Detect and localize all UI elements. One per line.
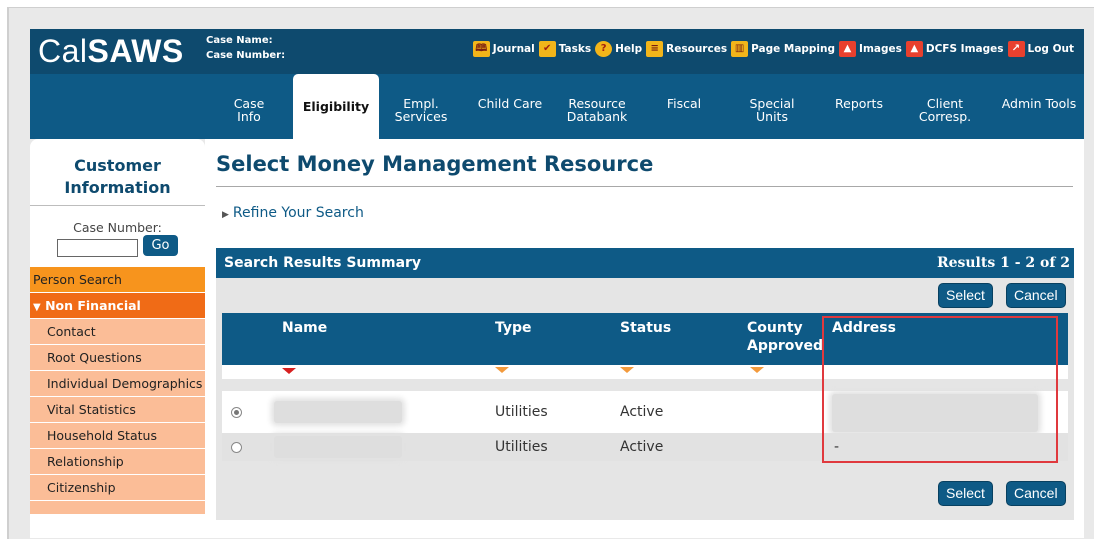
tab-case-info[interactable]: Case Info xyxy=(220,97,278,123)
cancel-button-top[interactable]: Cancel xyxy=(1006,283,1066,308)
row-select-radio[interactable] xyxy=(231,442,242,453)
top-bar: CalSAWS Case Name: Case Number: 🕮 Journa… xyxy=(30,29,1084,74)
tab-fiscal[interactable]: Fiscal xyxy=(660,97,708,110)
sidebar-divider xyxy=(30,205,205,206)
tab-special-units[interactable]: Special Units xyxy=(742,97,802,123)
column-header-type[interactable]: Type xyxy=(495,319,532,337)
address-highlight-box xyxy=(822,316,1058,463)
caret-down-icon: ▼ xyxy=(33,302,41,313)
image-icon: ▲ xyxy=(839,41,857,57)
help-icon: ? xyxy=(595,41,613,57)
sidebar-menu: Person Search ▼ Non Financial Contact Ro… xyxy=(30,267,205,515)
caret-right-icon: ▶ xyxy=(222,210,229,220)
cancel-button-bottom[interactable]: Cancel xyxy=(1006,481,1066,506)
help-link[interactable]: ? Help xyxy=(595,41,642,57)
sidebar-item-citizenship[interactable]: Citizenship xyxy=(30,475,205,501)
images-link[interactable]: ▲ Images xyxy=(839,41,902,57)
sort-icon[interactable] xyxy=(495,367,509,373)
tab-reports[interactable]: Reports xyxy=(829,97,889,110)
cell-type: Utilities xyxy=(495,404,548,420)
sidebar-title: Customer Information xyxy=(64,156,171,197)
results-title: Search Results Summary xyxy=(224,255,422,271)
sidebar-item-next[interactable] xyxy=(30,501,205,515)
sidebar-section-non-financial[interactable]: ▼ Non Financial xyxy=(30,293,205,319)
map-icon: ▥ xyxy=(731,41,749,57)
results-header: Search Results Summary Results 1 - 2 of … xyxy=(216,248,1074,278)
redacted-name xyxy=(274,436,402,458)
dcfs-images-link[interactable]: ▲ DCFS Images xyxy=(905,41,1004,57)
go-button[interactable]: Go xyxy=(143,235,178,256)
column-header-county-approved[interactable]: County Approved xyxy=(747,319,823,355)
case-number-input[interactable] xyxy=(57,239,138,257)
logout-icon: ↗ xyxy=(1007,41,1025,57)
cell-status: Active xyxy=(620,439,664,455)
sidebar-item-root-questions[interactable]: Root Questions xyxy=(30,345,205,371)
tasks-link[interactable]: ✔ Tasks xyxy=(538,41,591,57)
case-header: Case Name: Case Number: xyxy=(206,33,285,63)
journal-link[interactable]: 🕮 Journal xyxy=(472,41,535,57)
sidebar-item-household-status[interactable]: Household Status xyxy=(30,423,205,449)
tab-empl-services[interactable]: Empl. Services xyxy=(392,97,450,123)
customer-information-sidebar: Customer Information Case Number: Go Per… xyxy=(30,139,205,538)
cell-status: Active xyxy=(620,404,664,420)
results-count: Results 1 - 2 of 2 xyxy=(936,255,1070,271)
sidebar-item-vital-statistics[interactable]: Vital Statistics xyxy=(30,397,205,423)
tab-resource-databank[interactable]: Resource Databank xyxy=(563,97,631,123)
cell-type: Utilities xyxy=(495,439,548,455)
column-header-status[interactable]: Status xyxy=(620,319,671,337)
case-number-label: Case Number: xyxy=(206,50,286,61)
resources-link[interactable]: ≡ Resources xyxy=(646,41,727,57)
calsaws-logo[interactable]: CalSAWS xyxy=(38,33,184,70)
sidebar-case-number-label: Case Number: xyxy=(73,220,162,235)
sidebar-item-contact[interactable]: Contact xyxy=(30,319,205,345)
tab-admin-tools[interactable]: Admin Tools xyxy=(996,97,1082,110)
row-select-radio[interactable] xyxy=(231,407,242,418)
sort-desc-icon[interactable] xyxy=(282,368,296,374)
page-mapping-link[interactable]: ▥ Page Mapping xyxy=(731,41,835,57)
sidebar-item-relationship[interactable]: Relationship xyxy=(30,449,205,475)
sort-icon[interactable] xyxy=(750,367,764,373)
tab-eligibility[interactable]: Eligibility xyxy=(293,74,379,139)
sidebar-item-individual-demographics[interactable]: Individual Demographics xyxy=(30,371,205,397)
image-icon: ▲ xyxy=(905,41,923,57)
redacted-name xyxy=(274,401,402,423)
main-nav: Case Info Eligibility Empl. Services Chi… xyxy=(30,74,1084,139)
log-out-link[interactable]: ↗ Log Out xyxy=(1007,41,1074,57)
sort-icon[interactable] xyxy=(620,367,634,373)
select-button-top[interactable]: Select xyxy=(938,283,993,308)
case-name-label: Case Name: xyxy=(206,35,273,46)
checkbox-icon: ✔ xyxy=(538,41,556,57)
page-title: Select Money Management Resource xyxy=(216,152,654,176)
document-icon: ≡ xyxy=(646,41,664,57)
select-button-bottom[interactable]: Select xyxy=(938,481,993,506)
book-icon: 🕮 xyxy=(472,41,490,57)
tab-child-care[interactable]: Child Care xyxy=(472,97,548,110)
top-links: 🕮 Journal ✔ Tasks ? Help ≡ Resources ▥ P… xyxy=(472,41,1074,57)
sidebar-item-person-search[interactable]: Person Search xyxy=(30,267,205,293)
title-divider xyxy=(216,186,1073,187)
refine-search-toggle[interactable]: ▶ Refine Your Search xyxy=(222,205,364,221)
column-header-name[interactable]: Name xyxy=(282,319,327,337)
tab-client-corresp[interactable]: Client Corresp. xyxy=(913,97,977,123)
